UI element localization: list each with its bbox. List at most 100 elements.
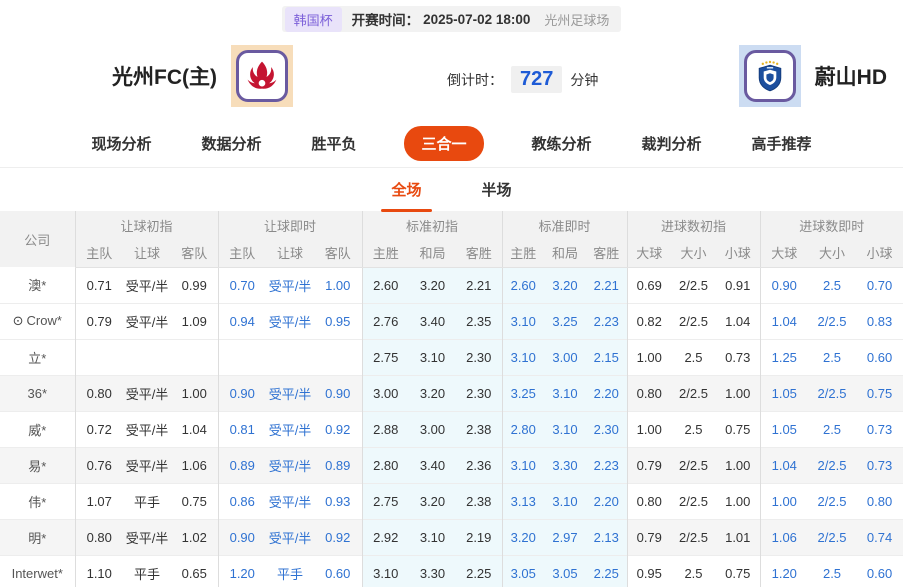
odds-cell: 0.80 — [627, 375, 671, 411]
odds-cell: 2/2.5 — [808, 519, 856, 555]
odds-cell: 3.10 — [544, 411, 586, 447]
odds-cell: 2.60 — [362, 267, 409, 303]
odds-cell: 0.74 — [856, 519, 903, 555]
odds-cell: 平手 — [123, 555, 171, 587]
sub-column-header: 让球 — [123, 239, 171, 267]
odds-cell: 2.20 — [586, 375, 627, 411]
odds-cell — [75, 339, 123, 375]
odds-cell: 2/2.5 — [671, 447, 716, 483]
odds-cell: 0.95 — [314, 303, 362, 339]
odds-cell: 2/2.5 — [671, 375, 716, 411]
odds-table-body: 澳*0.71受平/半0.990.70受平/半1.002.603.202.212.… — [0, 267, 903, 587]
odds-cell: 2.20 — [586, 483, 627, 519]
sub-column-header: 和局 — [409, 239, 456, 267]
tab-win-draw-lose[interactable]: 胜平负 — [309, 126, 358, 161]
odds-cell: 0.90 — [314, 375, 362, 411]
odds-cell: 1.05 — [760, 375, 808, 411]
odds-cell: 3.40 — [409, 303, 456, 339]
odds-cell — [314, 339, 362, 375]
odds-cell: 2.75 — [362, 339, 409, 375]
odds-cell: 1.02 — [171, 519, 218, 555]
odds-cell: 2.5 — [808, 411, 856, 447]
odds-cell: 1.07 — [75, 483, 123, 519]
odds-cell: 2.15 — [586, 339, 627, 375]
home-team-name: 光州FC(主) — [112, 61, 217, 91]
countdown-unit: 分钟 — [570, 70, 598, 90]
odds-cell: 1.04 — [760, 303, 808, 339]
tab-three-in-one[interactable]: 三合一 — [404, 126, 483, 161]
bookmaker-name: ⊙Crow* — [0, 303, 75, 339]
table-row: Interwet*1.10平手0.651.20平手0.603.103.302.2… — [0, 555, 903, 587]
tab-data-analysis[interactable]: 数据分析 — [199, 126, 263, 161]
shield-logo-icon — [744, 50, 796, 102]
table-row: 易*0.76受平/半1.060.89受平/半0.892.803.402.363.… — [0, 447, 903, 483]
scope-subtabs: 全场 半场 — [0, 168, 903, 211]
odds-cell: 0.75 — [716, 555, 760, 587]
odds-cell: 3.05 — [544, 555, 586, 587]
away-team: 蔚山HD — [739, 45, 887, 107]
odds-cell: 1.04 — [716, 303, 760, 339]
odds-cell: 2/2.5 — [671, 519, 716, 555]
odds-cell: 受平/半 — [266, 519, 314, 555]
odds-cell: 0.65 — [171, 555, 218, 587]
odds-cell: 2.5 — [808, 267, 856, 303]
sub-column-header: 大球 — [627, 239, 671, 267]
odds-cell: 1.00 — [627, 339, 671, 375]
sub-column-header: 客胜 — [586, 239, 627, 267]
odds-cell: 3.30 — [544, 447, 586, 483]
odds-cell: 2.30 — [456, 375, 502, 411]
odds-cell: 2/2.5 — [808, 375, 856, 411]
sub-column-header: 小球 — [716, 239, 760, 267]
odds-cell: 3.10 — [502, 303, 544, 339]
match-header: 光州FC(主) 倒计时： 727 分钟 — [0, 32, 903, 120]
odds-cell: 3.10 — [544, 483, 586, 519]
odds-cell: 0.83 — [856, 303, 903, 339]
subtab-full-match[interactable]: 全场 — [385, 169, 427, 210]
subtab-half-match[interactable]: 半场 — [476, 169, 518, 210]
group-header: 让球初指 — [75, 211, 218, 239]
odds-cell: 0.99 — [171, 267, 218, 303]
odds-cell: 0.90 — [760, 267, 808, 303]
main-nav: 现场分析 数据分析 胜平负 三合一 教练分析 裁判分析 高手推荐 — [0, 120, 903, 168]
table-row: 立*2.753.102.303.103.002.151.002.50.731.2… — [0, 339, 903, 375]
odds-cell: 2.5 — [671, 555, 716, 587]
table-row: 威*0.72受平/半1.040.81受平/半0.922.883.002.382.… — [0, 411, 903, 447]
countdown: 倒计时： 727 分钟 — [447, 66, 598, 93]
odds-cell: 1.00 — [716, 483, 760, 519]
odds-cell: 受平/半 — [123, 447, 171, 483]
odds-cell: 0.82 — [627, 303, 671, 339]
odds-cell: 受平/半 — [123, 411, 171, 447]
odds-cell: 0.86 — [218, 483, 266, 519]
odds-cell: 3.10 — [409, 519, 456, 555]
odds-cell: 3.20 — [502, 519, 544, 555]
bookmaker-name: 明* — [0, 519, 75, 555]
sub-column-header: 大小 — [671, 239, 716, 267]
odds-cell: 0.73 — [856, 447, 903, 483]
odds-cell: 0.80 — [75, 519, 123, 555]
odds-cell: 2/2.5 — [671, 483, 716, 519]
odds-cell: 2.60 — [502, 267, 544, 303]
odds-cell: 3.13 — [502, 483, 544, 519]
odds-cell: 2.30 — [586, 411, 627, 447]
sub-column-header: 主胜 — [502, 239, 544, 267]
odds-cell: 0.79 — [75, 303, 123, 339]
odds-cell: 2.5 — [808, 339, 856, 375]
tab-expert-picks[interactable]: 高手推荐 — [750, 126, 814, 161]
odds-cell: 3.20 — [409, 375, 456, 411]
odds-cell: 0.79 — [627, 519, 671, 555]
tab-coach-analysis[interactable]: 教练分析 — [530, 126, 594, 161]
venue: 光州足球场 — [544, 10, 609, 29]
odds-cell: 1.04 — [760, 447, 808, 483]
odds-cell: 2.5 — [808, 555, 856, 587]
odds-cell: 2.38 — [456, 411, 502, 447]
bookmaker-name: 36* — [0, 375, 75, 411]
tab-referee-analysis[interactable]: 裁判分析 — [640, 126, 704, 161]
group-header: 标准初指 — [362, 211, 502, 239]
ball-icon: ⊙ — [13, 313, 24, 328]
odds-cell: 受平/半 — [266, 483, 314, 519]
table-row: 明*0.80受平/半1.020.90受平/半0.922.923.102.193.… — [0, 519, 903, 555]
tab-live-analysis[interactable]: 现场分析 — [89, 126, 153, 161]
odds-cell: 2.80 — [362, 447, 409, 483]
home-team: 光州FC(主) — [112, 45, 293, 107]
odds-cell: 受平/半 — [123, 267, 171, 303]
